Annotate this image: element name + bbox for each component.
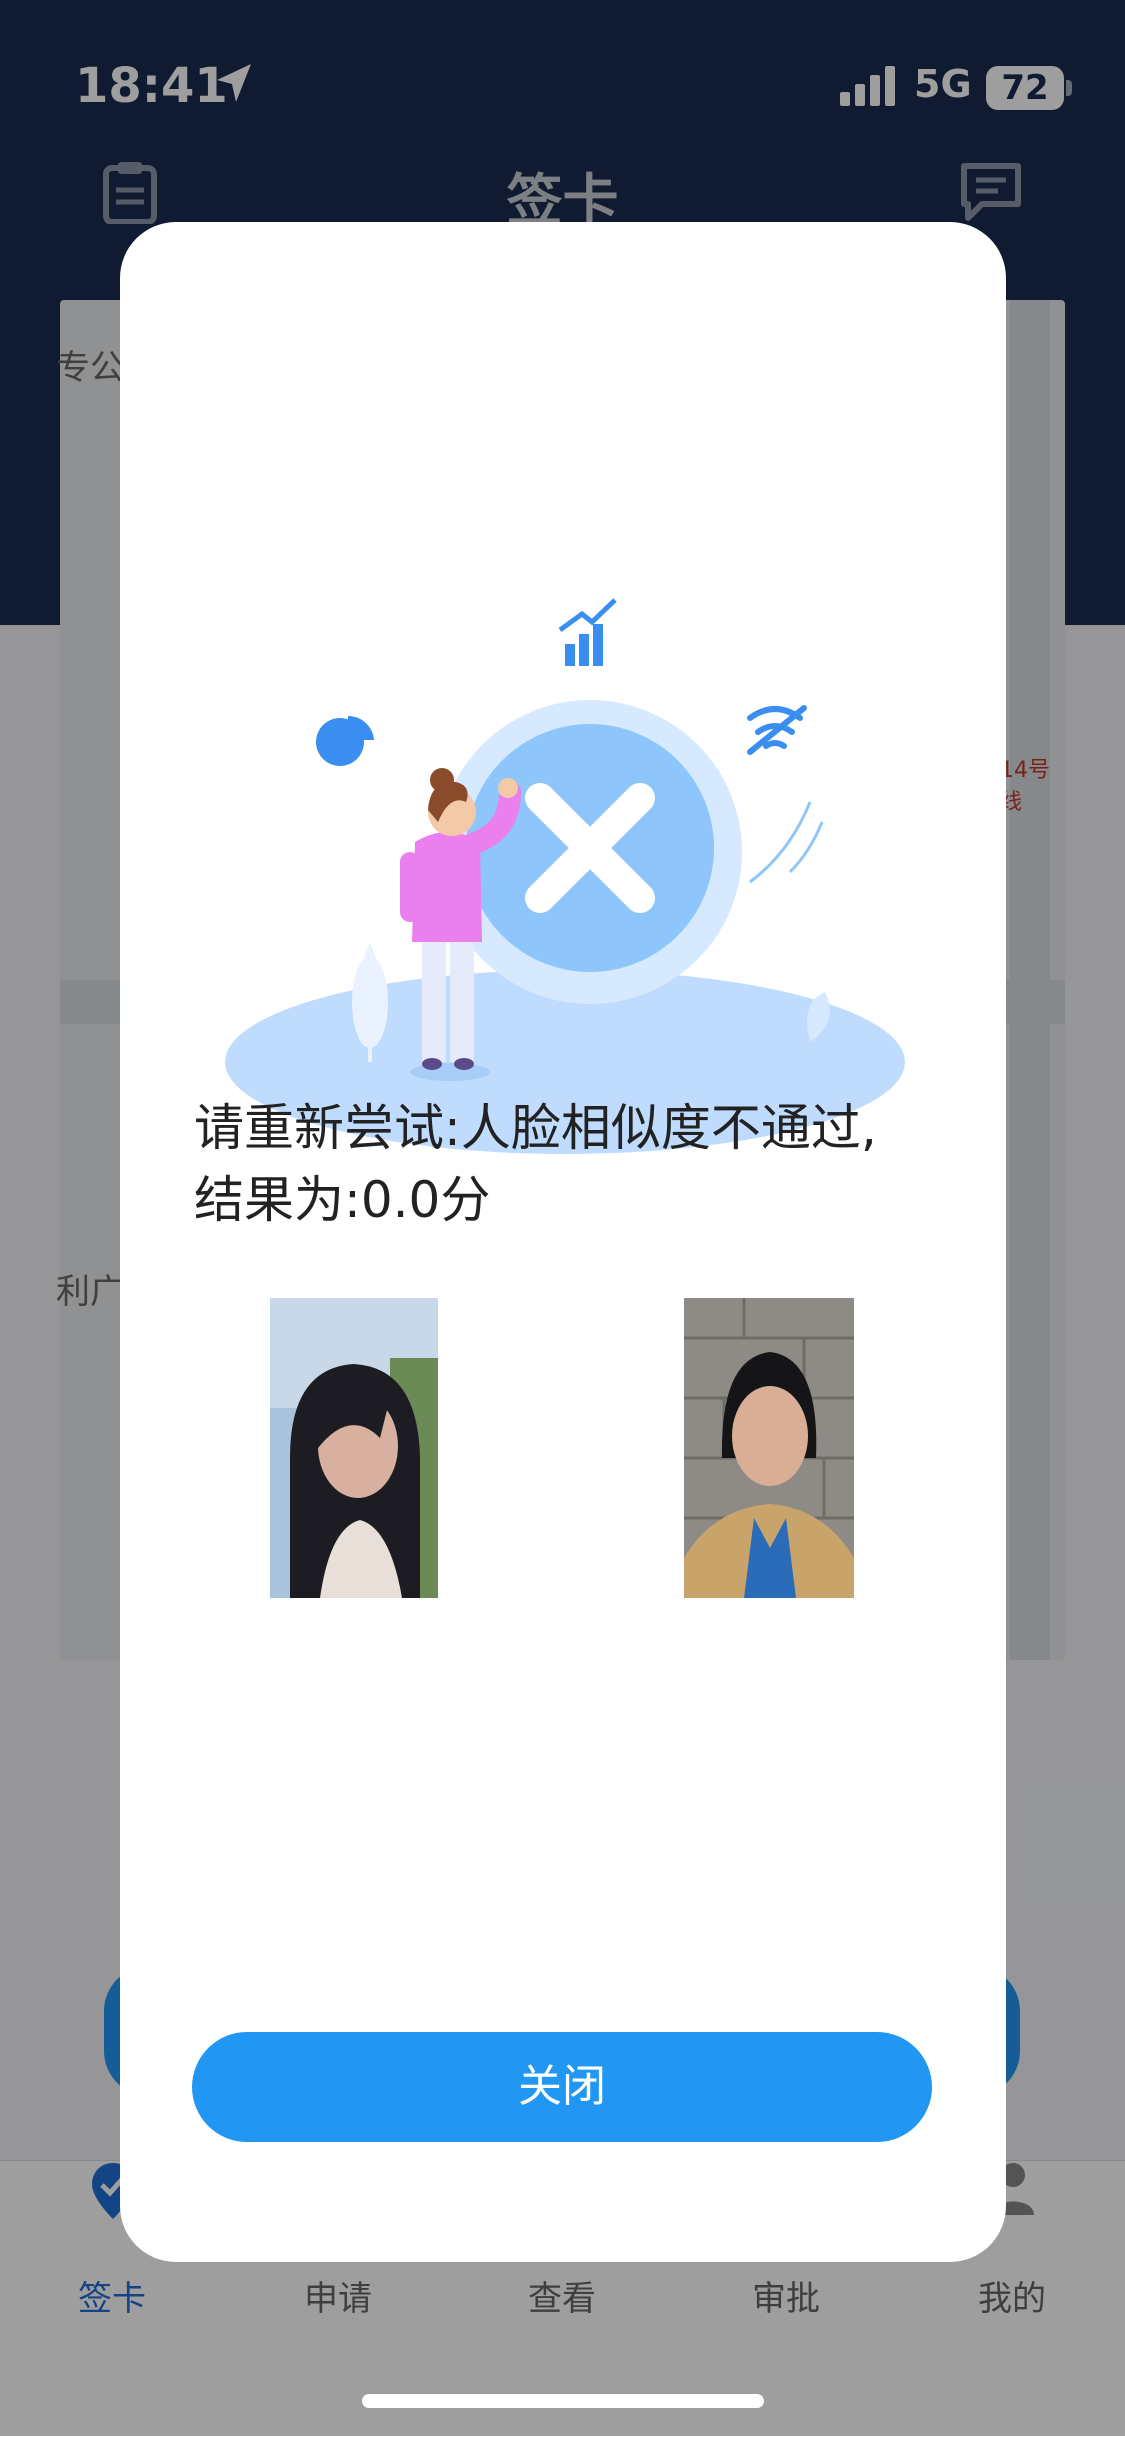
result-dialog: 请重新尝试:人脸相似度不通过, 结果为:0.0分 关闭 (120, 222, 1006, 2262)
face-match-failed-illustration (225, 598, 905, 1154)
message-line: 结果为:0.0分 (194, 1171, 491, 1229)
no-signal-icon (747, 705, 807, 755)
message-line: 请重新尝试:人脸相似度不通过, (194, 1099, 877, 1157)
home-indicator[interactable] (362, 2394, 764, 2408)
result-message: 请重新尝试:人脸相似度不通过, 结果为:0.0分 (194, 1092, 954, 1236)
wind-lines (749, 801, 824, 884)
bar-chart-icon (558, 598, 617, 666)
pie-chart-icon (316, 715, 374, 766)
close-button[interactable]: 关闭 (192, 2032, 932, 2142)
reference-face-photo (684, 1298, 854, 1598)
captured-face-photo (270, 1298, 438, 1598)
